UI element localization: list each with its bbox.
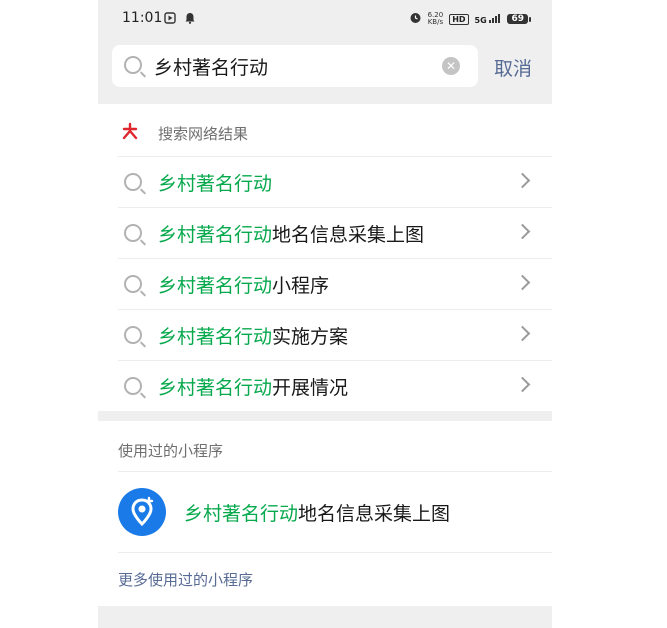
mini-programs-title: 使用过的小程序 [118,442,224,460]
suggestion-item[interactable]: 乡村著名行动实施方案 [98,310,552,360]
suggestion-highlight: 乡村著名行动 [158,173,273,195]
suggestion-highlight: 乡村著名行动 [158,224,273,246]
search-box[interactable]: ✕ [112,45,478,87]
cancel-button[interactable]: 取消 [494,54,532,81]
mini-program-suffix: 地名信息采集上图 [298,503,451,525]
map-pin-plus-icon [118,488,166,536]
suggestion-text: 乡村著名行动 [158,169,272,196]
chevron-right-icon [514,325,531,342]
phone-screen: 11:01 6.20 KB/s HD 5G 69 乡村著名行动 ✕ 取消 搜索网… [98,0,552,628]
suggestion-highlight: 乡村著名行动 [158,377,273,399]
suggestion-text: 乡村著名行动开展情况 [158,373,348,400]
network-label: 5G [474,15,487,25]
notification-bell-icon [184,12,196,27]
suggestion-highlight: 乡村著名行动 [158,326,273,348]
chevron-right-icon [514,376,531,393]
suggestion-text: 乡村著名行动实施方案 [158,322,348,349]
alarm-clock-icon [409,11,422,27]
suggestion-suffix: 小程序 [272,275,330,297]
suggestion-item[interactable]: 乡村著名行动 [98,157,552,207]
divider [118,552,552,553]
search-icon [124,224,142,242]
clear-icon[interactable]: ✕ [442,57,460,75]
net-speed-unit: KB/s [427,18,444,26]
suggestion-item[interactable]: 乡村著名行动地名信息采集上图 [98,208,552,258]
net-speed: 6.20 KB/s [428,12,444,26]
battery-level: 69 [507,14,531,24]
search-icon [124,377,142,395]
suggestion-suffix: 实施方案 [272,326,349,348]
search-header: ✕ 取消 [98,38,552,104]
suggestion-text: 乡村著名行动地名信息采集上图 [158,220,424,247]
chevron-right-icon [514,274,531,291]
play-icon [164,12,176,27]
web-results-header: 搜索网络结果 [98,106,552,156]
suggestion-suffix: 开展情况 [272,377,349,399]
search-icon [124,56,142,74]
mini-program-highlight: 乡村著名行动 [184,503,299,525]
suggestion-text: 乡村著名行动小程序 [158,271,329,298]
search-icon [124,275,142,293]
more-mini-programs-link[interactable]: 更多使用过的小程序 [118,569,253,590]
search-icon [124,326,142,344]
suggestion-highlight: 乡村著名行动 [158,275,273,297]
suggestion-suffix: 地名信息采集上图 [272,224,425,246]
network-type: 5G [474,13,502,25]
search-icon [124,173,142,191]
mini-program-item[interactable]: 乡村著名行动地名信息采集上图 [98,472,552,552]
status-bar: 11:01 6.20 KB/s HD 5G 69 [98,0,552,38]
search-input[interactable] [154,51,434,81]
section-gap [98,411,552,421]
status-right: 6.20 KB/s HD 5G 69 [409,11,531,27]
signal-bars-icon [489,13,501,23]
web-results-title: 搜索网络结果 [158,125,249,143]
section-gap [98,606,552,628]
status-time: 11:01 [122,10,163,26]
web-search-logo-icon [122,122,138,140]
hd-badge: HD [449,13,469,25]
chevron-right-icon [514,172,531,189]
suggestion-item[interactable]: 乡村著名行动开展情况 [98,361,552,411]
chevron-right-icon [514,223,531,240]
suggestion-item[interactable]: 乡村著名行动小程序 [98,259,552,309]
mini-program-name: 乡村著名行动地名信息采集上图 [184,499,450,526]
